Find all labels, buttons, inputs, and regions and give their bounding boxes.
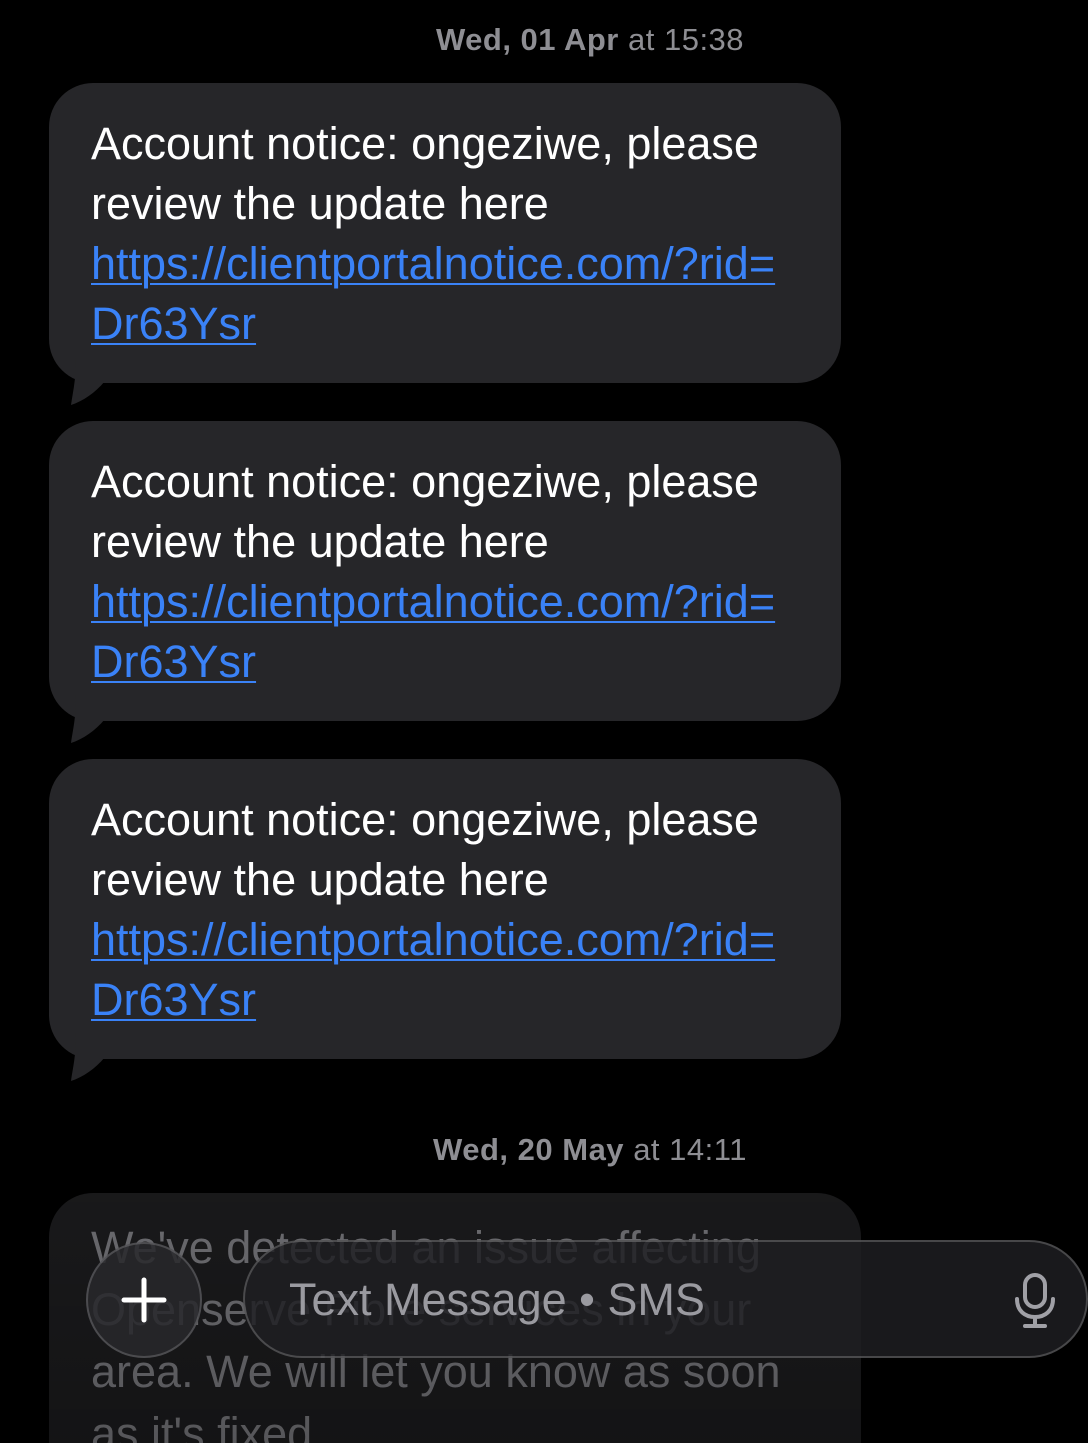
bubble-tail [71,1033,105,1081]
date-separator-date: Wed, 01 Apr [435,22,619,57]
message-input-placeholder: Text Message • SMS [289,1274,705,1325]
microphone-icon[interactable] [1014,1273,1056,1329]
message-link[interactable]: https://clientportalnotice.com/?rid=Dr63… [91,910,805,1030]
date-separator-date: Wed, 20 May [433,1132,625,1167]
message-input[interactable]: Text Message • SMS [243,1240,1088,1358]
bubble-tail [71,357,105,405]
message-text: Account notice: ongeziwe, please review … [91,456,759,567]
add-attachment-button[interactable] [86,1242,202,1358]
plus-icon [121,1277,167,1323]
message-bubble[interactable]: Account notice: ongeziwe, please review … [49,421,841,743]
message-link[interactable]: https://clientportalnotice.com/?rid=Dr63… [91,572,805,692]
date-separator-time: at 14:11 [633,1132,747,1167]
message-bubble[interactable]: Account notice: ongeziwe, please review … [49,83,841,405]
messages-screen: Wed, 01 Apr at 15:38 Account notice: ong… [0,0,1088,1443]
date-separator: Wed, 01 Apr at 15:38 [0,22,1088,58]
message-link[interactable]: https://clientportalnotice.com/?rid=Dr63… [91,234,805,354]
message-text: Account notice: ongeziwe, please review … [91,118,759,229]
date-separator-time: at 15:38 [628,22,745,57]
message-text: Account notice: ongeziwe, please review … [91,794,759,905]
message-bubble[interactable]: Account notice: ongeziwe, please review … [49,759,841,1081]
date-separator: Wed, 20 May at 14:11 [0,1132,1088,1168]
bubble-tail [71,695,105,743]
